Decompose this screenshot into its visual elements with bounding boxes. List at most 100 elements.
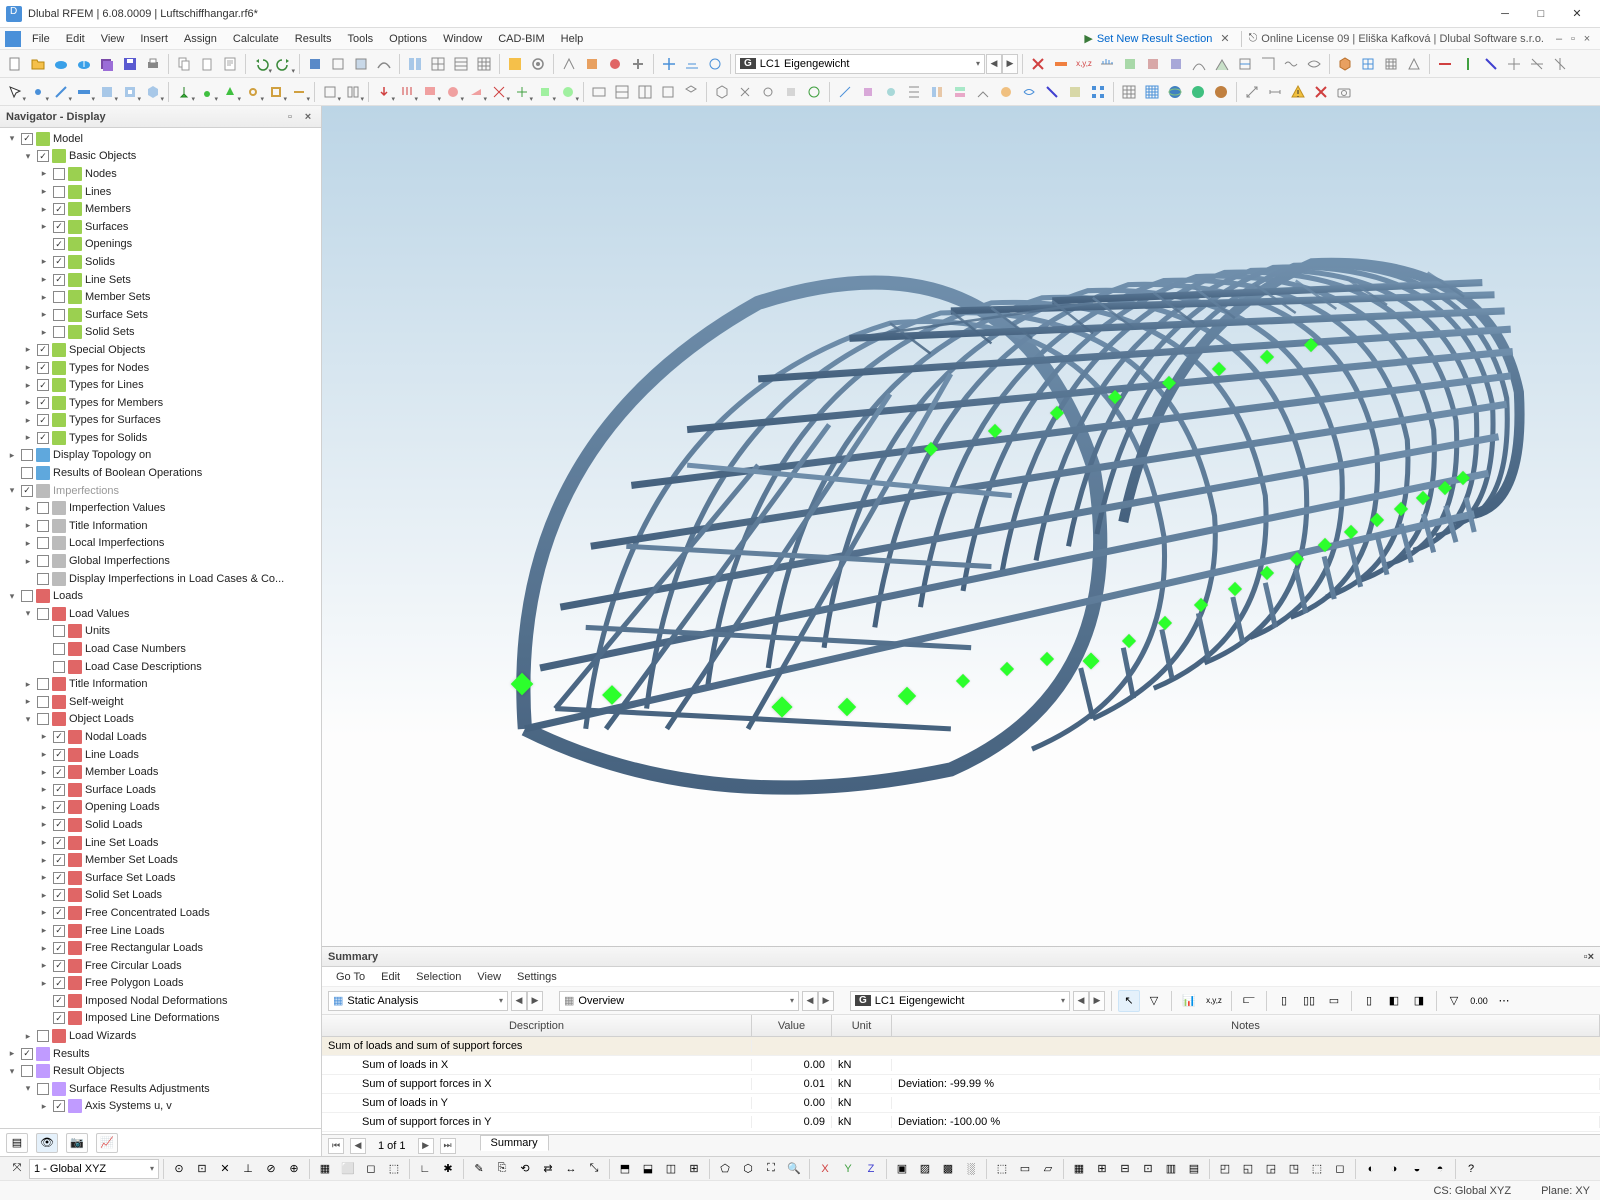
tree-node[interactable]: ▾Model: [0, 130, 321, 148]
gear-icon[interactable]: [527, 53, 549, 75]
st-misc-2-icon[interactable]: ◑: [1383, 1158, 1405, 1180]
expand-icon[interactable]: ▸: [22, 696, 34, 707]
tree-node[interactable]: Openings: [0, 236, 321, 254]
expand-icon[interactable]: ▸: [22, 362, 34, 373]
sum-col-2-icon[interactable]: ▯▯: [1298, 990, 1320, 1012]
sum-lc-next-button[interactable]: ▶: [1089, 991, 1105, 1011]
st-edit-5-icon[interactable]: ↔: [560, 1158, 582, 1180]
load-7-icon[interactable]: ▾: [511, 81, 533, 103]
tree-checkbox[interactable]: [53, 186, 65, 198]
st-misc-4-icon[interactable]: ◓: [1429, 1158, 1451, 1180]
collapse-icon[interactable]: ▾: [22, 151, 34, 162]
menu-cad-bim[interactable]: CAD-BIM: [490, 31, 552, 47]
sum-filter-2-icon[interactable]: ▽: [1443, 990, 1465, 1012]
expand-icon[interactable]: ▸: [38, 802, 50, 813]
tree-checkbox[interactable]: [21, 467, 33, 479]
print-icon[interactable]: [142, 53, 164, 75]
maximize-button[interactable]: □: [1524, 3, 1558, 25]
collapse-icon[interactable]: ▾: [22, 714, 34, 725]
tree-checkbox[interactable]: [53, 854, 65, 866]
tree-checkbox[interactable]: [37, 397, 49, 409]
loadcase-prev-button[interactable]: ◀: [986, 54, 1002, 74]
page-first-button[interactable]: ⏮: [328, 1138, 344, 1154]
tree-checkbox[interactable]: [53, 749, 65, 761]
summary-menu-go-to[interactable]: Go To: [330, 970, 371, 984]
expand-icon[interactable]: ▸: [38, 855, 50, 866]
misc-7-icon[interactable]: [972, 81, 994, 103]
sum-filter-icon[interactable]: ▽: [1143, 990, 1165, 1012]
tree-node[interactable]: ▸Axis Systems u, v: [0, 1098, 321, 1116]
status-close-icon[interactable]: ✕: [1216, 32, 1233, 45]
clip-2-icon[interactable]: [734, 81, 756, 103]
mdi-close-button[interactable]: ×: [1580, 33, 1594, 45]
render-transparent-icon[interactable]: [350, 53, 372, 75]
grid-1-icon[interactable]: [404, 53, 426, 75]
st-sel-1-icon[interactable]: ◰: [1214, 1158, 1236, 1180]
support-2-icon[interactable]: ▾: [196, 81, 218, 103]
menu-file[interactable]: File: [24, 31, 58, 47]
result-diagram-2-icon[interactable]: [1119, 53, 1141, 75]
st-misc-1-icon[interactable]: ◐: [1360, 1158, 1382, 1180]
result-diagram-1-icon[interactable]: [1096, 53, 1118, 75]
expand-icon[interactable]: ▸: [38, 819, 50, 830]
tree-node[interactable]: ▸Display Topology on: [0, 447, 321, 465]
tree-checkbox[interactable]: [21, 1065, 33, 1077]
misc-12-icon[interactable]: [1087, 81, 1109, 103]
app-menu-icon[interactable]: [2, 28, 24, 50]
overview-prev-button[interactable]: ◀: [802, 991, 818, 1011]
tree-node[interactable]: Display Imperfections in Load Cases & Co…: [0, 570, 321, 588]
tree-node[interactable]: Load Case Numbers: [0, 640, 321, 658]
tree-node[interactable]: ▸Load Wizards: [0, 1027, 321, 1045]
summary-row[interactable]: Sum of support forces in Y0.09kNDeviatio…: [322, 1113, 1600, 1132]
tree-checkbox[interactable]: [37, 678, 49, 690]
navigator-close-icon[interactable]: ×: [301, 111, 315, 123]
st-sel-6-icon[interactable]: ◻: [1329, 1158, 1351, 1180]
tree-node[interactable]: ▸Surface Loads: [0, 781, 321, 799]
tree-node[interactable]: ▸Title Information: [0, 675, 321, 693]
st-sel-3-icon[interactable]: ◲: [1260, 1158, 1282, 1180]
st-sel-4-icon[interactable]: ◳: [1283, 1158, 1305, 1180]
tree-checkbox[interactable]: [53, 661, 65, 673]
set-2-icon[interactable]: ▾: [342, 81, 364, 103]
calc-tool-2-icon[interactable]: [581, 53, 603, 75]
expand-icon[interactable]: ▸: [38, 890, 50, 901]
load-9-icon[interactable]: ▾: [557, 81, 579, 103]
result-diagram-10-icon[interactable]: [1303, 53, 1325, 75]
st-view-1-icon[interactable]: ⬒: [614, 1158, 636, 1180]
axes-x-icon[interactable]: [1434, 53, 1456, 75]
tree-node[interactable]: ▸Line Loads: [0, 746, 321, 764]
collapse-icon[interactable]: ▾: [6, 591, 18, 602]
results-xyz-icon[interactable]: x,y,z: [1073, 53, 1095, 75]
misc-1-icon[interactable]: [834, 81, 856, 103]
col-value[interactable]: Value: [752, 1015, 832, 1036]
grid-4-icon[interactable]: [473, 53, 495, 75]
new-file-icon[interactable]: [4, 53, 26, 75]
menu-options[interactable]: Options: [381, 31, 435, 47]
collapse-icon[interactable]: ▾: [6, 133, 18, 144]
collapse-icon[interactable]: ▾: [22, 608, 34, 619]
tree-node[interactable]: ▸Free Line Loads: [0, 922, 321, 940]
sum-diagram-icon[interactable]: 📊: [1178, 990, 1200, 1012]
tree-checkbox[interactable]: [53, 837, 65, 849]
expand-icon[interactable]: ▸: [22, 520, 34, 531]
tree-checkbox[interactable]: [37, 1030, 49, 1042]
tree-checkbox[interactable]: [21, 449, 33, 461]
tree-node[interactable]: ▸Surface Set Loads: [0, 869, 321, 887]
summary-menu-selection[interactable]: Selection: [410, 970, 467, 984]
report-icon[interactable]: [219, 53, 241, 75]
globe-3-icon[interactable]: [1210, 81, 1232, 103]
open-file-icon[interactable]: [27, 53, 49, 75]
view-tool-3-icon[interactable]: [634, 81, 656, 103]
tree-node[interactable]: ▸Types for Nodes: [0, 359, 321, 377]
sum-more-icon[interactable]: ⋯: [1493, 990, 1515, 1012]
mesh-1-icon[interactable]: [1357, 53, 1379, 75]
tree-checkbox[interactable]: [53, 907, 65, 919]
tree-node[interactable]: ▸Free Concentrated Loads: [0, 904, 321, 922]
expand-icon[interactable]: ▸: [38, 327, 50, 338]
set-1-icon[interactable]: ▾: [319, 81, 341, 103]
render-wireframe-icon[interactable]: [327, 53, 349, 75]
nav-results-tab-icon[interactable]: 📈: [96, 1133, 118, 1153]
expand-icon[interactable]: ▸: [38, 221, 50, 232]
view-tool-5-icon[interactable]: [680, 81, 702, 103]
hinge-3-icon[interactable]: ▾: [288, 81, 310, 103]
